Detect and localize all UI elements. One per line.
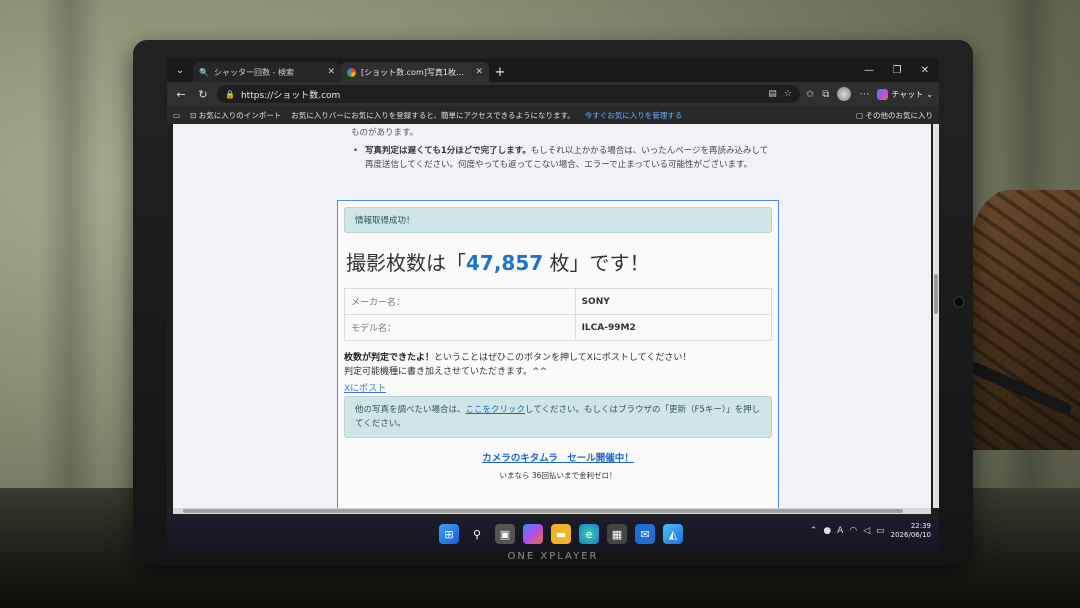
photos-icon[interactable]: ◭ [663,524,683,544]
shot-count-heading: 撮影枚数は「47,857 枚」です！ [346,251,650,275]
wifi-icon[interactable]: ◠ [849,526,857,536]
refresh-icon[interactable]: ↻ [195,88,211,101]
search-icon[interactable]: ⚲ [467,524,487,544]
result-card: 情報取得成功！ 撮影枚数は「47,857 枚」です！ メーカー名： SONY モ… [337,200,779,508]
maker-value: SONY [574,288,773,315]
copilot-icon[interactable] [523,524,543,544]
time: 22:39 [910,522,931,530]
url-text: https://ショット数.com [240,90,341,101]
favorites-bar: ▭ ⊡ お気に入りのインポート お気に入りバーにお気に入りを登録すると、簡単にア… [167,106,939,124]
horizontal-scrollbar[interactable] [173,508,931,514]
other-favorites-button[interactable]: ▢ その他のお気に入り [856,110,933,121]
tab-title: シャッター回数 - 検索 [213,67,294,77]
click-here-link[interactable]: ここをクリック [466,405,526,415]
page-text: ものがあります。 写真判定は遅くても1分ほどで完了します。もしそれ以上かかる場合… [345,124,770,172]
scroll-thumb[interactable] [183,509,903,513]
model-label: モデル名： [344,314,576,341]
store-icon[interactable]: ▦ [607,524,627,544]
table-row: モデル名： ILCA-99M2 [344,314,773,341]
window-controls: — ❐ ✕ [855,58,939,82]
url-bar[interactable]: 🔒 https://ショット数.com ▤ ☆ [217,85,800,103]
volume-icon[interactable]: ◁ [863,526,870,536]
success-alert: 情報取得成功！ [344,207,772,233]
browser-title-bar: ⌄ 🔍 シャッター回数 - 検索 ✕ [ショット数.com]写真1枚をブラウザか… [167,58,939,82]
x-post-link[interactable]: Xにポスト [344,381,772,394]
date: 2026/06/10 [890,531,931,539]
shot-count-value: 47,857 [466,251,544,275]
scroll-thumb[interactable] [934,274,938,314]
judge-message: 枚数が判定できたよ！ということはぜひこのボタンを押してXにポストしてください！判… [344,353,692,377]
windows-taskbar: ⊞ ⚲ ▣ ▬ e ▦ ✉ ◭ ⌃ ● A ◠ ◁ ▭ 22:39 2026/0… [167,518,939,552]
more-options-icon[interactable]: ⋯ [859,89,869,100]
taskbar-apps: ⊞ ⚲ ▣ ▬ e ▦ ✉ ◭ [439,524,683,544]
chevron-down-icon: ⌄ [926,89,933,99]
vertical-scrollbar[interactable] [933,124,939,508]
front-camera [955,298,963,306]
close-tab-icon[interactable]: ✕ [327,67,335,77]
chevron-down-icon: ⌄ [175,64,185,76]
web-page: ものがあります。 写真判定は遅くても1分ほどで完了します。もしそれ以上かかる場合… [173,124,931,508]
copilot-button[interactable]: チャット ⌄ [877,88,933,100]
close-tab-icon[interactable]: ✕ [475,67,483,77]
profile-avatar[interactable] [837,87,852,101]
sidebar-icon[interactable]: ▭ [173,111,180,120]
site-favicon-icon [347,67,356,77]
table-row: メーカー名： SONY [344,288,773,315]
device-brand-logo: ONE XPLAYER [507,551,599,562]
favorite-star-icon[interactable]: ☆ [784,89,792,99]
edge-icon[interactable]: e [579,524,599,544]
sale-link[interactable]: カメラのキタムラ セール開催中！ [344,450,772,464]
start-icon[interactable]: ⊞ [439,524,459,544]
sale-subtext: いまなら 36回払いまで金利ゼロ！ [499,471,617,480]
bullet-note: 写真判定は遅くても1分ほどで完了します。もしそれ以上かかる場合は、いったんページ… [353,144,770,172]
favorites-icon[interactable]: ✩ [806,89,814,100]
bluetooth-icon[interactable]: ● [823,526,831,536]
retry-notice: 他の写真を調べたい場合は、ここをクリックしてください。もしくはブラウザの「更新（… [344,396,772,438]
reader-icon[interactable]: ▤ [768,89,777,99]
copilot-label: チャット [891,89,924,99]
tab-actions-menu[interactable]: ⌄ [167,58,193,82]
manage-favorites-link[interactable]: 今すぐお気に入りを管理する [585,110,683,121]
battery-icon[interactable]: ▭ [876,526,885,536]
task-view-icon[interactable]: ▣ [495,524,515,544]
maker-label: メーカー名： [344,288,576,315]
chevron-up-icon[interactable]: ⌃ [810,526,818,536]
system-tray: ⌃ ● A ◠ ◁ ▭ 22:39 2026/06/10 [810,522,931,540]
tab-title: [ショット数.com]写真1枚をブラウザから [361,67,470,77]
address-toolbar: ← ↻ 🔒 https://ショット数.com ▤ ☆ ✩ ⧉ ⋯ チャット ⌄ [167,82,939,106]
minimize-icon[interactable]: — [855,65,883,76]
camera-info-table: メーカー名： SONY モデル名： ILCA-99M2 [344,288,773,341]
new-tab-button[interactable]: + [489,62,511,82]
screen: ⌄ 🔍 シャッター回数 - 検索 ✕ [ショット数.com]写真1枚をブラウザか… [167,58,939,552]
outlook-icon[interactable]: ✉ [635,524,655,544]
tab-shot-count[interactable]: [ショット数.com]写真1枚をブラウザから ✕ [341,62,489,82]
lock-icon: 🔒 [225,89,235,99]
paragraph: ものがあります。 [351,128,419,138]
maximize-icon[interactable]: ❐ [883,65,911,76]
favorites-prompt: お気に入りバーにお気に入りを登録すると、簡単にアクセスできるようになります。 [291,110,575,120]
tablet-device: ONE XPLAYER ⌄ 🔍 シャッター回数 - 検索 ✕ [ショット数.co… [133,40,973,566]
model-value: ILCA-99M2 [574,314,773,341]
close-icon[interactable]: ✕ [911,65,939,76]
collections-icon[interactable]: ⧉ [822,89,829,100]
copilot-icon [877,88,889,100]
curtain-fold [40,0,100,528]
ime-indicator[interactable]: A [837,526,843,536]
file-explorer-icon[interactable]: ▬ [551,524,571,544]
back-icon[interactable]: ← [173,88,189,101]
clock[interactable]: 22:39 2026/06/10 [891,522,931,540]
import-favorites-button[interactable]: ⊡ お気に入りのインポート [190,110,281,121]
tab-search[interactable]: 🔍 シャッター回数 - 検索 ✕ [193,62,341,82]
search-icon: 🔍 [199,67,209,77]
